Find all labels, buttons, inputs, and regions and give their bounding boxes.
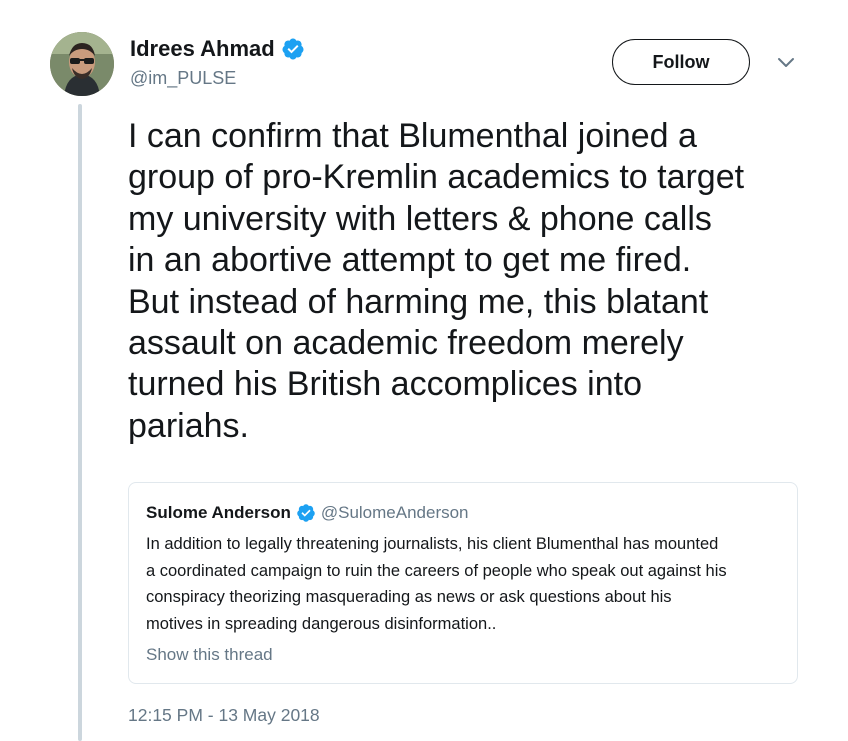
quoted-author-handle: @SulomeAnderson <box>320 503 469 522</box>
author-name[interactable]: Idrees Ahmad <box>130 36 275 62</box>
quoted-tweet-header: Sulome Anderson @SulomeAnderson <box>146 503 469 523</box>
chevron-down-icon[interactable] <box>776 54 796 70</box>
tweet-text-line: pariahs. <box>128 406 249 445</box>
verified-badge-icon <box>282 38 304 60</box>
tweet-text-line: But instead of harming me, this blatant <box>128 282 709 321</box>
follow-button[interactable]: Follow <box>612 39 750 85</box>
quoted-text-line: a coordinated campaign to ruin the caree… <box>146 561 727 580</box>
tweet-timestamp[interactable]: 12:15 PM - 13 May 2018 <box>128 705 320 726</box>
tweet-text-line: I can confirm that Blumenthal joined a <box>128 117 697 155</box>
tweet-text-line: my university with letters & phone calls <box>128 199 712 238</box>
avatar-image <box>50 32 114 96</box>
tweet-text-line: in an abortive attempt to get me fired. <box>128 241 692 280</box>
quoted-text-line: In addition to legally threatening journ… <box>146 535 719 553</box>
quoted-tweet-card[interactable]: Sulome Anderson @SulomeAnderson In addit… <box>128 482 798 684</box>
quoted-author-name: Sulome Anderson <box>146 503 291 522</box>
quoted-tweet-text: In addition to legally threatening journ… <box>146 531 786 637</box>
tweet-text: I can confirm that Blumenthal joined a g… <box>128 116 828 447</box>
quoted-text-line: motives in spreading dangerous disinform… <box>146 614 497 633</box>
tweet-text-line: assault on academic freedom merely <box>128 324 684 363</box>
author-handle[interactable]: @im_PULSE <box>130 68 236 89</box>
show-thread-link[interactable]: Show this thread <box>146 645 273 665</box>
thread-connector-line <box>78 104 82 741</box>
tweet-text-line: turned his British accomplices into <box>128 365 643 404</box>
author-name-row[interactable]: Idrees Ahmad <box>130 36 305 62</box>
tweet-text-line: group of pro-Kremlin academics to target <box>128 158 745 197</box>
quoted-text-line: conspiracy theorizing masquerading as ne… <box>146 588 672 606</box>
verified-badge-icon <box>297 504 315 522</box>
avatar[interactable] <box>50 32 114 96</box>
